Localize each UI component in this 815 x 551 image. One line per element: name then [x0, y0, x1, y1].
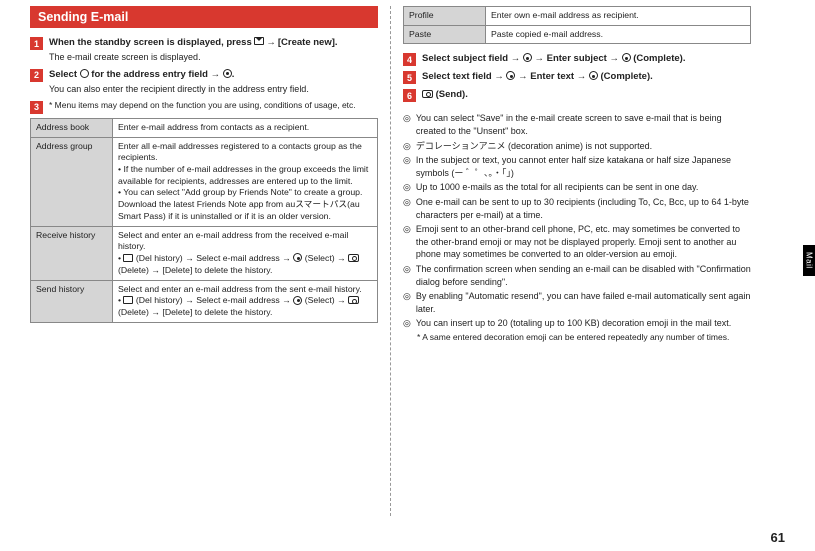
- notes-list: ◎You can select "Save" in the e-mail cre…: [403, 112, 751, 330]
- row-label: Address group: [31, 137, 113, 226]
- list-icon: [123, 254, 133, 262]
- table-row: Receive history Select and enter an e-ma…: [31, 226, 378, 280]
- table-row: Paste Paste copied e-mail address.: [404, 25, 751, 44]
- step-number: 2: [30, 69, 43, 82]
- list-item: ◎By enabling "Automatic resend", you can…: [403, 290, 751, 315]
- list-item: ◎デコレーションアニメ (decoration anime) is not su…: [403, 140, 751, 153]
- center-key-icon: [589, 71, 598, 80]
- step-6: 6 (Send).: [403, 88, 751, 102]
- list-item: ◎One e-mail can be sent to up to 30 reci…: [403, 196, 751, 221]
- row-label: Profile: [404, 7, 486, 26]
- option-table-right: Profile Enter own e-mail address as reci…: [403, 6, 751, 44]
- row-desc: Enter all e-mail addresses registered to…: [113, 137, 378, 226]
- step-sub: You can also enter the recipient directl…: [49, 83, 378, 96]
- list-item: ◎The confirmation screen when sending an…: [403, 263, 751, 288]
- row-label: Address book: [31, 118, 113, 137]
- step-text: for the address entry field →: [89, 69, 223, 80]
- menu-note: * Menu items may depend on the function …: [49, 100, 378, 111]
- center-key-icon: [293, 253, 302, 262]
- camera-key-icon: [422, 90, 433, 98]
- step-text: When the standby screen is displayed, pr…: [49, 37, 254, 48]
- row-desc: Enter own e-mail address as recipient.: [486, 7, 751, 26]
- step-text: .: [232, 69, 235, 80]
- row-desc: Select and enter an e-mail address from …: [113, 280, 378, 322]
- row-desc: Enter e-mail address from contacts as a …: [113, 118, 378, 137]
- step-5: 5 Select text field → → Enter text → (Co…: [403, 70, 751, 84]
- mail-icon: [254, 37, 264, 45]
- step-number: 6: [403, 89, 416, 102]
- row-label: Send history: [31, 280, 113, 322]
- step-number: 1: [30, 37, 43, 50]
- step-1: 1 When the standby screen is displayed, …: [30, 36, 378, 64]
- center-key-icon: [506, 71, 515, 80]
- step-3: 3 * Menu items may depend on the functio…: [30, 100, 378, 114]
- circle-icon: [80, 69, 89, 78]
- row-label: Paste: [404, 25, 486, 44]
- list-item: ◎You can select "Save" in the e-mail cre…: [403, 112, 751, 137]
- step-2: 2 Select for the address entry field → .…: [30, 68, 378, 96]
- option-table-left: Address book Enter e-mail address from c…: [30, 118, 378, 323]
- list-icon: [123, 296, 133, 304]
- table-row: Send history Select and enter an e-mail …: [31, 280, 378, 322]
- row-label: Receive history: [31, 226, 113, 280]
- table-row: Profile Enter own e-mail address as reci…: [404, 7, 751, 26]
- step-number: 3: [30, 101, 43, 114]
- list-item: ◎You can insert up to 20 (totaling up to…: [403, 317, 751, 330]
- row-desc: Paste copied e-mail address.: [486, 25, 751, 44]
- page-number: 61: [771, 530, 785, 545]
- side-tab-mail: Mail: [803, 245, 815, 276]
- camera-key-icon: [348, 296, 359, 304]
- step-number: 5: [403, 71, 416, 84]
- list-item: ◎In the subject or text, you cannot ente…: [403, 154, 751, 179]
- center-key-icon: [523, 53, 532, 62]
- step-number: 4: [403, 53, 416, 66]
- table-row: Address group Enter all e-mail addresses…: [31, 137, 378, 226]
- list-item: ◎Up to 1000 e-mails as the total for all…: [403, 181, 751, 194]
- sub-note: * A same entered decoration emoji can be…: [403, 332, 751, 342]
- step-sub: The e-mail create screen is displayed.: [49, 51, 378, 64]
- row-desc: Select and enter an e-mail address from …: [113, 226, 378, 280]
- center-key-icon: [293, 296, 302, 305]
- step-text: [Create new].: [278, 37, 338, 48]
- camera-key-icon: [348, 254, 359, 262]
- step-text: Select: [49, 69, 80, 80]
- center-key-icon: [223, 69, 232, 78]
- table-row: Address book Enter e-mail address from c…: [31, 118, 378, 137]
- list-item: ◎Emoji sent to an other-brand cell phone…: [403, 223, 751, 261]
- center-key-icon: [622, 53, 631, 62]
- step-4: 4 Select subject field → → Enter subject…: [403, 52, 751, 66]
- section-heading: Sending E-mail: [30, 6, 378, 28]
